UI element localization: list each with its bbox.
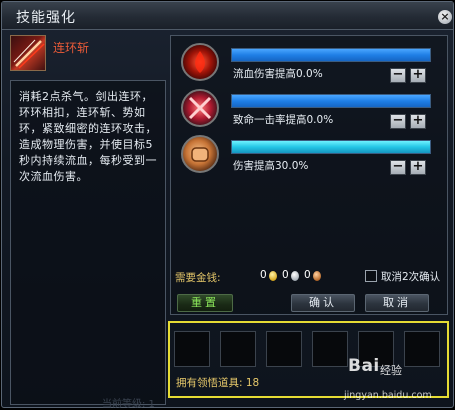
watermark-sub: 经验 <box>380 364 402 377</box>
item-count-label: 拥有领悟道具: 18 <box>176 377 260 389</box>
window-title: 技能强化 <box>16 10 76 26</box>
item-slot[interactable] <box>220 331 256 367</box>
copper-coin-icon <box>313 271 321 281</box>
enhance-panel: 流血伤害提高0.0% − + 致命一击率提高0.0% − + 伤害提高30.0%… <box>170 35 448 315</box>
skill-header: 连环斩 <box>10 35 165 75</box>
reset-button[interactable]: 重置 <box>177 294 233 312</box>
cancel-double-confirm-checkbox[interactable] <box>365 270 377 282</box>
skill-description-box: 消耗2点杀气。剑出连环，环环相扣，连环斩、势如环，紧致细密的连环攻击，造成物理伤… <box>10 80 166 405</box>
baidu-watermark: Bai 经验 jingyan.baidu.com <box>342 354 454 406</box>
crit-icon <box>181 89 219 127</box>
item-slot[interactable] <box>174 331 210 367</box>
attribute-row-damage: 伤害提高30.0% − + <box>171 132 447 180</box>
damage-label: 伤害提高30.0% <box>233 160 309 172</box>
skill-enhance-window: 技能强化 × 连环斩 消耗2点杀气。剑出连环，环环相扣，连环斩、势如环，紧致细密… <box>1 1 454 410</box>
close-button[interactable]: × <box>438 10 452 24</box>
item-slot[interactable] <box>266 331 302 367</box>
crit-label: 致命一击率提高0.0% <box>233 114 334 126</box>
confirm-button[interactable]: 确认 <box>291 294 355 312</box>
damage-icon <box>181 135 219 173</box>
skill-name: 连环斩 <box>53 41 90 55</box>
money-label: 需要金钱: <box>175 272 221 284</box>
bleed-increase-button[interactable]: + <box>410 68 426 83</box>
damage-progress-bar <box>231 140 431 154</box>
silver-amount: 0 <box>282 269 289 281</box>
sword-slash-icon <box>10 35 46 71</box>
crit-decrease-button[interactable]: − <box>390 114 406 129</box>
bleed-decrease-button[interactable]: − <box>390 68 406 83</box>
cancel-double-confirm-label: 取消2次确认 <box>381 271 441 283</box>
attribute-row-crit: 致命一击率提高0.0% − + <box>171 86 447 134</box>
crit-increase-button[interactable]: + <box>410 114 426 129</box>
silver-coin-icon <box>291 271 299 281</box>
close-icon: × <box>440 10 450 23</box>
gold-coin-icon <box>269 271 277 281</box>
skill-description: 消耗2点杀气。剑出连环，环环相扣，连环斩、势如环，紧致细密的连环攻击，造成物理伤… <box>19 90 157 183</box>
title-bar[interactable]: 技能强化 × <box>2 2 453 30</box>
cancel-button[interactable]: 取消 <box>365 294 429 312</box>
crit-progress-bar <box>231 94 431 108</box>
bleed-label: 流血伤害提高0.0% <box>233 68 323 80</box>
bleed-progress-bar <box>231 48 431 62</box>
damage-increase-button[interactable]: + <box>410 160 426 175</box>
watermark-brand: Bai <box>348 356 380 376</box>
damage-decrease-button[interactable]: − <box>390 160 406 175</box>
watermark-url: jingyan.baidu.com <box>344 390 432 401</box>
attribute-row-bleed: 流血伤害提高0.0% − + <box>171 40 447 88</box>
copper-amount: 0 <box>304 269 311 281</box>
money-row: 需要金钱: 0 0 0 取消2次确认 <box>175 268 447 286</box>
skill-level-text: 当前等级: 1 <box>102 399 155 410</box>
gold-amount: 0 <box>260 269 267 281</box>
bleed-icon <box>181 43 219 81</box>
